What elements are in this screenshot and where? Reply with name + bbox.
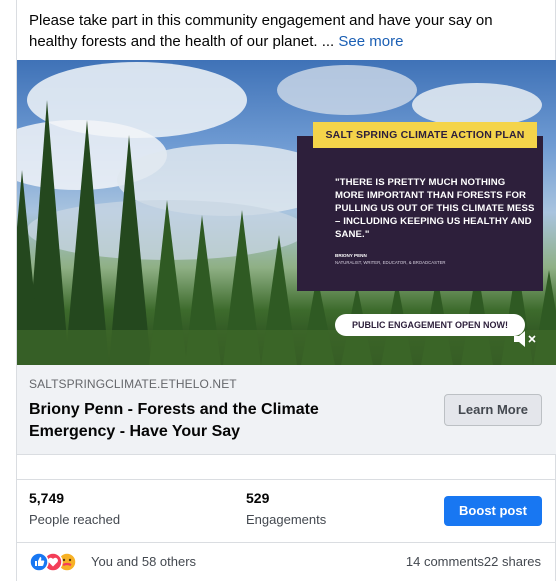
comments-shares-count[interactable]: 14 comments22 shares xyxy=(406,554,541,569)
boost-post-button[interactable]: Boost post xyxy=(444,496,542,526)
people-reached-label: People reached xyxy=(29,512,121,527)
plan-label: SALT SPRING CLIMATE ACTION PLAN xyxy=(313,122,537,148)
link-preview[interactable]: SALTSPRINGCLIMATE.ETHELO.NET Briony Penn… xyxy=(17,365,556,455)
learn-more-button[interactable]: Learn More xyxy=(444,394,542,426)
post-card: Please take part in this community engag… xyxy=(16,0,556,581)
like-icon xyxy=(29,552,49,572)
post-image[interactable]: SALT SPRING CLIMATE ACTION PLAN "THERE I… xyxy=(17,60,556,365)
engagements-label: Engagements xyxy=(246,512,327,527)
see-more-link[interactable]: See more xyxy=(338,33,403,50)
link-domain: SALTSPRINGCLIMATE.ETHELO.NET xyxy=(29,377,237,391)
insights-bar: 5,749 People reached 529 Engagements Boo… xyxy=(17,479,556,539)
post-footer: You and 58 others 14 comments22 shares xyxy=(17,542,556,581)
link-title[interactable]: Briony Penn - Forests and the Climate Em… xyxy=(29,399,379,443)
reactions-summary[interactable] xyxy=(29,552,85,572)
post-message: Please take part in this community engag… xyxy=(29,12,493,50)
quote-author-role: NATURALIST, WRITER, EDUCATOR, & BROADCAS… xyxy=(335,260,446,265)
mute-icon[interactable] xyxy=(511,328,539,350)
quote-text: "THERE IS PRETTY MUCH NOTHING MORE IMPOR… xyxy=(335,177,535,240)
reactions-text[interactable]: You and 58 others xyxy=(91,554,196,569)
quote-author: BRIONY PENN xyxy=(335,253,367,258)
people-reached-value: 5,749 xyxy=(29,490,65,506)
engagements-value: 529 xyxy=(246,490,270,506)
engagement-label: PUBLIC ENGAGEMENT OPEN NOW! xyxy=(335,314,525,336)
post-text: Please take part in this community engag… xyxy=(29,10,539,52)
